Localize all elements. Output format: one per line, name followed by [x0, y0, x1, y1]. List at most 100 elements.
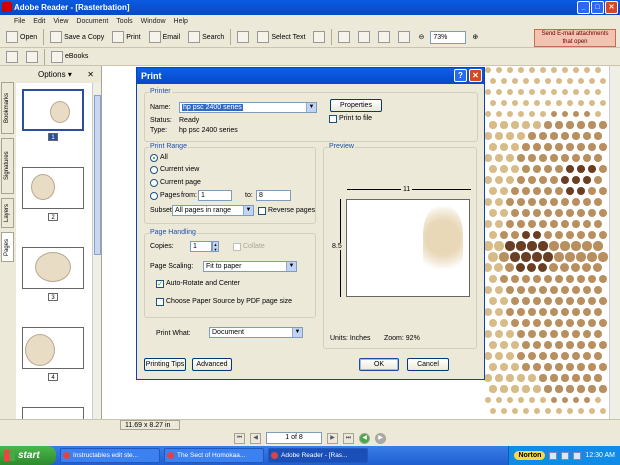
print-button[interactable]: Print	[110, 29, 142, 46]
halftone-dot	[489, 363, 497, 371]
halftone-dot	[516, 241, 526, 251]
ebooks-button[interactable]: eBooks	[49, 48, 90, 65]
cancel-button[interactable]: Cancel	[407, 358, 449, 371]
properties-button[interactable]: Properties	[330, 99, 382, 112]
taskbar-button[interactable]: Instructables edit ste...	[60, 448, 160, 463]
plus-icon: ⊕	[472, 34, 479, 41]
page-thumbnail[interactable]	[22, 327, 84, 369]
send-email-line2: that open	[562, 39, 588, 45]
tab-signatures[interactable]: Signatures	[1, 138, 14, 194]
zoom-in-button[interactable]: ⊕	[470, 29, 480, 46]
halftone-dot	[499, 208, 509, 218]
thumbnail-scrollbar[interactable]	[92, 83, 101, 419]
previous-page-button[interactable]: ◀	[250, 432, 261, 444]
next-view-button[interactable]: ▶	[375, 432, 386, 444]
halftone-dot	[572, 352, 580, 360]
halftone-dot	[538, 197, 548, 207]
fit-width-button[interactable]	[396, 29, 412, 46]
tray-icon[interactable]	[549, 451, 558, 460]
reverse-pages-checkbox[interactable]	[258, 207, 266, 215]
chevron-down-icon[interactable]: ▾	[68, 70, 72, 79]
auto-rotate-checkbox[interactable]: ✓	[156, 280, 164, 288]
options-menu[interactable]: Options	[38, 70, 66, 79]
range-current-view-radio[interactable]	[150, 166, 158, 174]
dialog-close-button[interactable]: ✕	[469, 69, 482, 82]
start-button[interactable]: start	[0, 446, 56, 465]
menu-edit[interactable]: Edit	[33, 18, 45, 25]
open-button[interactable]: Open	[4, 29, 39, 46]
page-scaling-select[interactable]: Fit to paper ▼	[203, 261, 297, 272]
print-what-select[interactable]: Document ▼	[209, 327, 303, 338]
collate-checkbox[interactable]	[233, 243, 241, 251]
last-page-button[interactable]: ⏭	[343, 432, 354, 444]
close-panel-icon[interactable]: ✕	[87, 68, 94, 82]
menu-document[interactable]: Document	[76, 18, 108, 25]
actual-size-button[interactable]	[356, 29, 372, 46]
rotate-button[interactable]	[4, 48, 20, 65]
ok-button[interactable]: OK	[359, 358, 399, 371]
maximize-button[interactable]: □	[591, 1, 604, 14]
copies-spinner[interactable]: ▲ ▼	[212, 241, 219, 252]
rotate-back-button[interactable]	[24, 48, 40, 65]
halftone-dot	[489, 341, 497, 349]
tray-icon[interactable]	[573, 451, 582, 460]
range-pages-radio[interactable]	[150, 192, 158, 200]
menu-window[interactable]: Window	[141, 18, 166, 25]
tab-pages[interactable]: Pages	[1, 232, 14, 262]
document-scrollbar[interactable]	[609, 66, 620, 419]
advanced-button[interactable]: Advanced	[192, 358, 232, 371]
range-to-field[interactable]: 8	[256, 190, 291, 201]
email-button[interactable]: Email	[147, 29, 183, 46]
tab-bookmarks[interactable]: Bookmarks	[1, 82, 14, 134]
page-thumbnail[interactable]	[22, 407, 84, 419]
print-to-file-checkbox[interactable]	[329, 115, 337, 123]
menu-tools[interactable]: Tools	[116, 18, 132, 25]
save-copy-button[interactable]: Save a Copy	[48, 29, 106, 46]
halftone-dot	[587, 252, 597, 262]
range-current-page-radio[interactable]	[150, 179, 158, 187]
previous-view-button[interactable]: ◀	[359, 432, 370, 444]
fit-page-button[interactable]	[376, 29, 392, 46]
subset-select[interactable]: All pages in range ▼	[172, 205, 254, 216]
choose-paper-source-checkbox[interactable]	[156, 298, 164, 306]
send-email-attachments-button[interactable]: Send E-mail attachments that open	[534, 29, 616, 47]
page-number-field[interactable]: 1 of 8	[266, 432, 322, 444]
printer-type-value: hp psc 2400 series	[179, 127, 238, 134]
first-page-button[interactable]: ⏮	[234, 432, 245, 444]
halftone-dot	[517, 330, 525, 338]
taskbar-button-active[interactable]: Adobe Reader - [Ras...	[268, 448, 368, 463]
page-thumbnail[interactable]	[22, 167, 84, 209]
zoom-field[interactable]: 73%	[430, 30, 467, 44]
tray-icon[interactable]	[561, 451, 570, 460]
halftone-dot	[566, 165, 574, 173]
taskbar-button[interactable]: The Sect of Homokaa...	[164, 448, 264, 463]
printer-name-select[interactable]: hp psc 2400 series ▼	[179, 102, 317, 113]
printing-tips-button[interactable]: Printing Tips	[144, 358, 186, 371]
select-text-button[interactable]: Select Text	[255, 29, 307, 46]
norton-icon[interactable]: Norton	[514, 451, 546, 460]
halftone-dot	[582, 285, 592, 295]
close-button[interactable]: ✕	[605, 1, 618, 14]
page-thumbnail[interactable]	[22, 247, 84, 289]
range-all-radio[interactable]	[150, 154, 158, 162]
menu-view[interactable]: View	[53, 18, 68, 25]
next-page-button[interactable]: ▶	[327, 432, 338, 444]
minimize-button[interactable]: _	[577, 1, 590, 14]
tab-layers[interactable]: Layers	[1, 198, 14, 228]
zoom-in-tool-button[interactable]	[336, 29, 352, 46]
range-from-field[interactable]: 1	[198, 190, 232, 201]
menu-help[interactable]: Help	[174, 18, 188, 25]
menu-file[interactable]: File	[14, 18, 25, 25]
search-button[interactable]: Search	[186, 29, 226, 46]
snapshot-button[interactable]	[311, 29, 327, 46]
halftone-dot	[599, 385, 607, 393]
help-button[interactable]: ?	[454, 69, 467, 82]
page-thumbnail[interactable]	[22, 89, 84, 131]
copies-field[interactable]: 1	[190, 241, 212, 252]
hand-tool-button[interactable]	[235, 29, 251, 46]
scrollbar-thumb[interactable]	[94, 95, 101, 255]
zoom-out-button[interactable]: ⊖	[416, 29, 426, 46]
halftone-dot	[550, 154, 558, 162]
magnifier-icon	[338, 31, 351, 43]
halftone-dot	[521, 252, 531, 262]
